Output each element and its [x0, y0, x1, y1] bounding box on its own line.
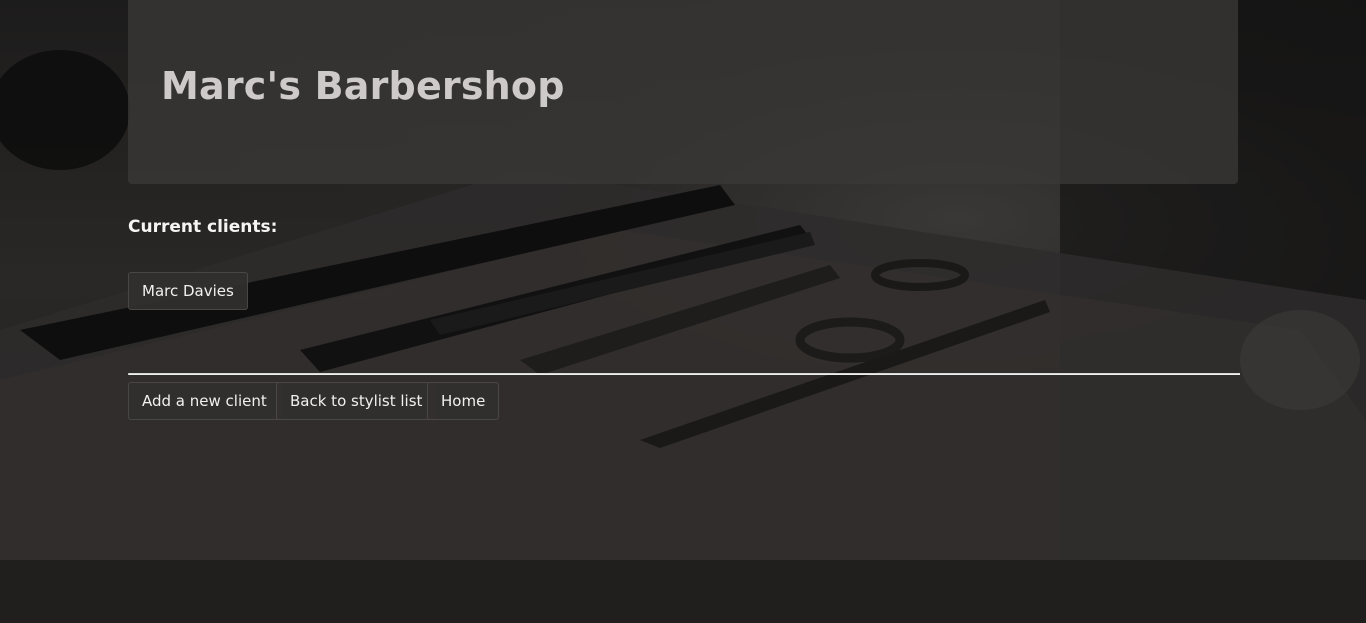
client-link-marc-davies[interactable]: Marc Davies: [128, 272, 248, 310]
header-jumbotron: Marc's Barbershop: [128, 0, 1238, 184]
divider: [128, 373, 1240, 375]
home-button[interactable]: Home: [427, 382, 500, 420]
add-client-button[interactable]: Add a new client: [128, 382, 281, 420]
back-to-stylist-list-button[interactable]: Back to stylist list: [276, 382, 437, 420]
page-title: Marc's Barbershop: [161, 64, 565, 108]
current-clients-heading: Current clients:: [128, 217, 278, 237]
